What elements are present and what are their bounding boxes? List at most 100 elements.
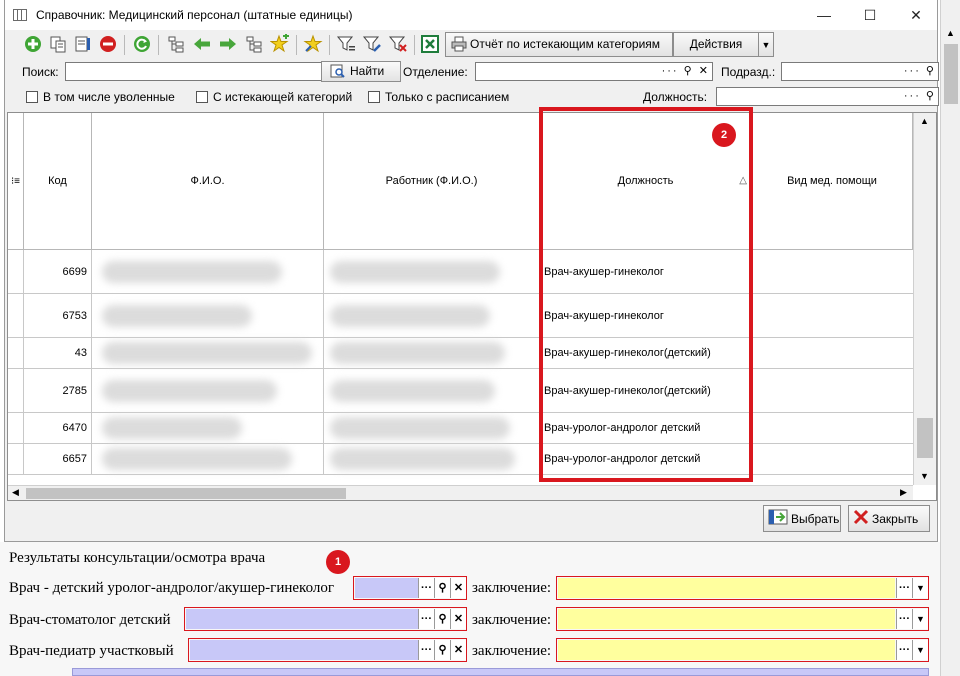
find-button-label: Найти: [350, 64, 385, 78]
clear-icon[interactable]: ✕: [450, 609, 466, 629]
row-selector[interactable]: [8, 413, 24, 443]
cell-fio-redacted: [92, 294, 324, 337]
scroll-up-arrow-icon[interactable]: ▲: [920, 116, 929, 126]
search-icon[interactable]: ⚲: [434, 640, 450, 660]
doctor-field-urologist[interactable]: ··· ⚲ ✕: [353, 576, 467, 600]
subdivision-field[interactable]: ··· ⚲: [781, 62, 939, 81]
table-row[interactable]: 6657 Врач-уролог-андролог детский: [8, 444, 913, 475]
table-horizontal-scrollbar[interactable]: ◀ ▶: [8, 485, 913, 500]
table-vertical-scrollbar[interactable]: ▲ ▼: [913, 113, 936, 485]
scroll-right-arrow-icon[interactable]: ▶: [900, 487, 907, 498]
expiring-category-checkbox[interactable]: [196, 91, 208, 103]
include-fired-checkbox[interactable]: [26, 91, 38, 103]
filter-clear-icon[interactable]: [387, 33, 409, 55]
table-row[interactable]: 2785 Врач-акушер-гинеколог(детский): [8, 369, 913, 413]
cell-fio-redacted: [92, 338, 324, 368]
scroll-down-arrow-icon[interactable]: ▼: [920, 471, 929, 481]
tree-icon[interactable]: [165, 33, 187, 55]
dropdown-arrow-icon: ▼: [761, 40, 771, 50]
clear-icon[interactable]: ✕: [450, 578, 466, 598]
doctor-field-input[interactable]: [190, 640, 419, 660]
excel-icon[interactable]: [419, 33, 441, 55]
actions-dropdown-button[interactable]: ▼: [758, 32, 774, 57]
select-button[interactable]: Выбрать: [763, 505, 841, 532]
select-button-label: Выбрать: [791, 511, 840, 526]
table-row[interactable]: 6470 Врач-уролог-андролог детский: [8, 413, 913, 444]
minimize-button[interactable]: —: [801, 0, 847, 30]
column-header-worker[interactable]: Работник (Ф.И.О.): [324, 113, 540, 250]
refresh-icon[interactable]: [131, 33, 153, 55]
column-chooser-icon: ⁝≡: [10, 175, 20, 187]
expiring-categories-report-button[interactable]: Отчёт по истекающим категориям: [445, 32, 673, 57]
next-field-partial[interactable]: [72, 668, 929, 676]
schedule-only-checkbox[interactable]: [368, 91, 380, 103]
add-icon[interactable]: [22, 33, 44, 55]
dots-icon[interactable]: ···: [896, 578, 912, 598]
filter-icon[interactable]: [335, 33, 357, 55]
row-selector[interactable]: [8, 294, 24, 337]
doctor-field-pediatrician[interactable]: ··· ⚲ ✕: [188, 638, 467, 662]
dots-icon[interactable]: ···: [418, 578, 434, 598]
tree-move-icon[interactable]: [243, 33, 265, 55]
conclusion-input[interactable]: [558, 640, 895, 660]
dropdown-arrow-icon[interactable]: ▼: [912, 578, 928, 598]
conclusion-field-dentist[interactable]: ··· ▼: [556, 607, 929, 631]
maximize-button[interactable]: ☐: [847, 0, 893, 30]
copy-icon[interactable]: [47, 33, 69, 55]
row-selector[interactable]: [8, 369, 24, 412]
dropdown-arrow-icon[interactable]: ▼: [912, 609, 928, 629]
filter-edit-icon[interactable]: [361, 33, 383, 55]
scroll-left-arrow-icon[interactable]: ◀: [12, 487, 19, 498]
subdivision-field-controls[interactable]: ··· ⚲: [904, 64, 936, 77]
department-field-controls[interactable]: ··· ⚲ ✕: [662, 64, 710, 77]
row-selector[interactable]: [8, 338, 24, 368]
vertical-scroll-thumb[interactable]: [917, 418, 933, 458]
table-row[interactable]: 6699 Врач-акушер-гинеколог: [8, 250, 913, 294]
position-field-controls[interactable]: ··· ⚲: [904, 89, 936, 102]
doctor-field-dentist[interactable]: ··· ⚲ ✕: [184, 607, 467, 631]
doctor-field-input[interactable]: [355, 578, 419, 598]
row-selector[interactable]: [8, 444, 24, 474]
conclusion-field-urologist[interactable]: ··· ▼: [556, 576, 929, 600]
horizontal-scroll-thumb[interactable]: [26, 488, 346, 499]
actions-button[interactable]: Действия: [673, 32, 759, 57]
column-header-code[interactable]: Код: [24, 113, 92, 250]
table-row[interactable]: 6753 Врач-акушер-гинеколог: [8, 294, 913, 338]
position-filter-field[interactable]: ··· ⚲: [716, 87, 939, 106]
conclusion-input[interactable]: [558, 578, 895, 598]
search-icon[interactable]: ⚲: [434, 578, 450, 598]
arrow-left-icon[interactable]: [191, 33, 213, 55]
dots-icon[interactable]: ···: [896, 609, 912, 629]
close-window-button[interactable]: ✕: [893, 0, 939, 30]
delete-icon[interactable]: [97, 33, 119, 55]
close-button[interactable]: Закрыть: [848, 505, 930, 532]
dropdown-arrow-icon[interactable]: ▼: [912, 640, 928, 660]
clear-icon[interactable]: ✕: [450, 640, 466, 660]
page-scroll-thumb[interactable]: [944, 44, 958, 104]
dots-icon[interactable]: ···: [418, 609, 434, 629]
dots-icon[interactable]: ···: [418, 640, 434, 660]
column-header-care-type[interactable]: Вид мед. помощи: [752, 113, 913, 250]
toolbar-separator: [158, 35, 159, 55]
staff-table[interactable]: ⁝≡ Код Ф.И.О. Работник (Ф.И.О.) Должност…: [7, 112, 937, 501]
page-vertical-scrollbar[interactable]: ▲: [940, 0, 960, 676]
search-icon[interactable]: ⚲: [434, 609, 450, 629]
edit-icon[interactable]: [72, 33, 94, 55]
cell-fio-redacted: [92, 444, 324, 474]
star-icon[interactable]: [302, 33, 324, 55]
consultation-results-form: Результаты консультации/осмотра врача Вр…: [0, 542, 960, 676]
page-scroll-up-arrow-icon[interactable]: ▲: [946, 28, 955, 38]
department-field[interactable]: ··· ⚲ ✕: [475, 62, 713, 81]
row-menu-header[interactable]: ⁝≡: [8, 113, 24, 250]
search-input[interactable]: [65, 62, 322, 81]
conclusion-field-pediatrician[interactable]: ··· ▼: [556, 638, 929, 662]
star-add-icon[interactable]: [269, 33, 291, 55]
arrow-right-icon[interactable]: [217, 33, 239, 55]
doctor-field-input[interactable]: [186, 609, 419, 629]
dots-icon[interactable]: ···: [896, 640, 912, 660]
conclusion-input[interactable]: [558, 609, 895, 629]
table-row[interactable]: 43 Врач-акушер-гинеколог(детский): [8, 338, 913, 369]
find-button[interactable]: Найти: [321, 61, 401, 82]
row-selector[interactable]: [8, 250, 24, 293]
column-header-fio[interactable]: Ф.И.О.: [92, 113, 324, 250]
